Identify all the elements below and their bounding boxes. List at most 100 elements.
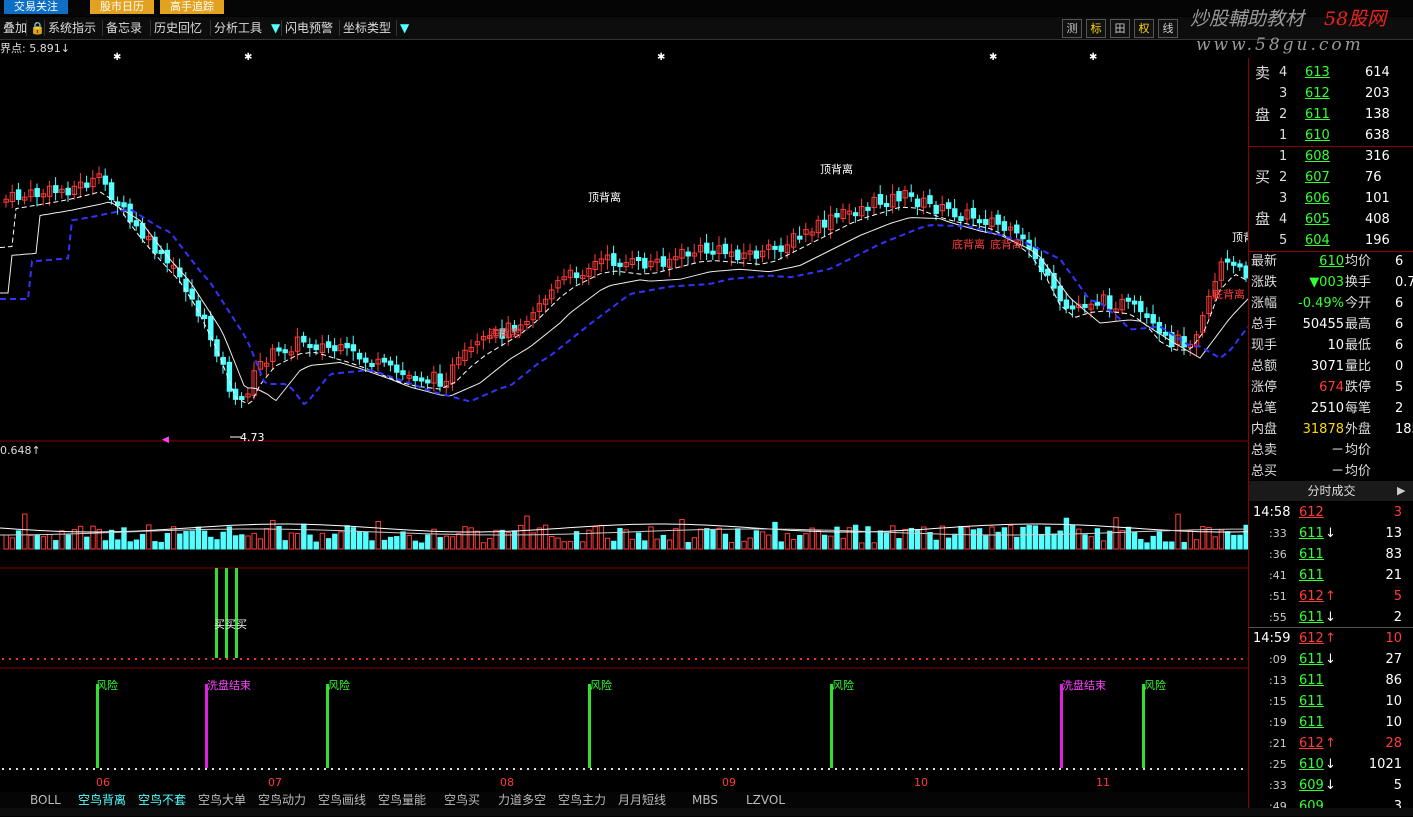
quote-row: 总买－均价 — [1251, 464, 1372, 479]
candle — [121, 202, 127, 208]
dot-baseline — [65, 768, 67, 770]
dot-baseline — [142, 768, 144, 770]
dot-baseline — [779, 658, 781, 660]
dot-baseline — [254, 768, 256, 770]
dot-baseline — [1094, 658, 1096, 660]
volume-bar — [325, 538, 332, 550]
volume-bar — [1020, 526, 1026, 550]
dot-baseline — [947, 768, 949, 770]
volume-bar — [784, 533, 791, 550]
dot-baseline — [884, 768, 886, 770]
dot-baseline — [520, 658, 522, 660]
volume-bar — [1088, 536, 1094, 550]
volume-bar — [530, 532, 536, 550]
system-indicator-button[interactable]: 系统指示 — [44, 20, 99, 36]
dot-baseline — [275, 768, 277, 770]
dot-baseline — [51, 768, 53, 770]
dot-baseline — [807, 768, 809, 770]
dot-baseline — [716, 768, 718, 770]
rights-button[interactable]: 权 — [1134, 19, 1154, 38]
tab-kongniao-huaxian[interactable]: 空鸟画线 — [318, 792, 366, 808]
dot-baseline — [429, 658, 431, 660]
dot-baseline — [1171, 768, 1173, 770]
candle — [369, 363, 375, 368]
indicator1-bars — [215, 568, 238, 658]
candle — [772, 245, 778, 250]
tab-lidao-duokong[interactable]: 力道多空 — [498, 792, 546, 808]
volume-bar — [1113, 517, 1119, 550]
candle — [313, 344, 319, 351]
tab-kongniao-dadan[interactable]: 空鸟大单 — [198, 792, 246, 808]
watermark-logo: 炒股輔助教材 58股网 www.58gu.com — [1190, 8, 1389, 55]
dot-baseline — [1059, 658, 1061, 660]
dot-baseline — [569, 658, 571, 660]
tab-expert-track[interactable]: 高手追踪 — [160, 0, 224, 14]
tab-boll[interactable]: BOLL — [30, 792, 61, 808]
sell-row[interactable]: 1 610 638 — [1249, 125, 1413, 146]
dot-baseline — [933, 768, 935, 770]
volume-bar — [611, 540, 617, 550]
volume-bar — [102, 540, 109, 550]
tab-kongniao-liangneng[interactable]: 空鸟量能 — [378, 792, 426, 808]
buy-row[interactable]: 4 605 408 — [1249, 209, 1413, 230]
volume-bar — [34, 534, 40, 550]
tab-mbs[interactable]: MBS — [692, 792, 718, 808]
buy-row[interactable]: 3 606 101 — [1249, 188, 1413, 209]
volume-bar — [437, 537, 443, 550]
volume-bar — [890, 525, 896, 550]
play-icon[interactable]: ▶ — [1397, 484, 1405, 497]
tab-lzvol[interactable]: LZVOL — [746, 792, 785, 808]
volume-bar — [468, 527, 474, 550]
candle — [896, 191, 902, 202]
dot-baseline — [191, 768, 193, 770]
dot-baseline — [1080, 658, 1082, 660]
memo-button[interactable]: 备忘录 — [102, 20, 145, 36]
candle — [704, 242, 710, 254]
volume-bar — [226, 526, 233, 550]
tab-kongniao-butao[interactable]: 空鸟不套 — [138, 792, 186, 808]
volume-bar — [394, 536, 400, 550]
measure-button[interactable]: 测 — [1062, 19, 1082, 38]
sell-row[interactable]: 3 612 203 — [1249, 83, 1413, 104]
dot-baseline — [289, 658, 291, 660]
dot-baseline — [541, 658, 543, 660]
volume-bar — [1156, 531, 1163, 550]
tab-yueyue-duanxian[interactable]: 月月短线 — [618, 792, 666, 808]
axis-type-button[interactable]: 坐标类型 — [339, 20, 394, 36]
sell-row[interactable]: 2 611 138 — [1249, 104, 1413, 125]
mark-button[interactable]: 标 — [1086, 19, 1106, 38]
axis-dropdown-icon[interactable]: ▼ — [396, 20, 412, 36]
buy-row[interactable]: 1 608 316 — [1249, 146, 1413, 167]
history-button[interactable]: 历史回忆 — [150, 20, 205, 36]
sell-row[interactable]: 4 613 614 — [1249, 62, 1413, 83]
chart-area[interactable]: ✱ ✱ ✱ ✱ ✱ ◀ — [0, 50, 1248, 792]
candle — [1001, 221, 1008, 231]
volume-bar — [623, 529, 629, 550]
dot-baseline — [44, 768, 46, 770]
tab-kongniao-mai[interactable]: 空鸟买 — [444, 792, 480, 808]
candle — [710, 250, 716, 255]
buy-row[interactable]: 5 604 196 — [1249, 230, 1413, 251]
tab-trade-watch[interactable]: 交易关注 — [4, 0, 68, 14]
tab-market-calendar[interactable]: 股市日历 — [90, 0, 154, 14]
buy-row[interactable]: 2 607 76 — [1249, 167, 1413, 188]
dot-baseline — [905, 768, 907, 770]
volume-bar — [710, 529, 716, 550]
analysis-tools-button[interactable]: 分析工具 — [210, 20, 265, 36]
tab-kongniao-beili[interactable]: 空鸟背离 — [78, 792, 126, 808]
grid-button[interactable]: 田 — [1110, 19, 1130, 38]
volume-bar — [840, 537, 846, 550]
ticks-title[interactable]: 分时成交 — [1249, 481, 1413, 501]
candle — [927, 195, 933, 205]
dot-baseline — [807, 658, 809, 660]
dot-baseline — [9, 768, 11, 770]
flash-alert-button[interactable]: 闪电预警 — [281, 20, 336, 36]
dot-baseline — [1129, 658, 1131, 660]
dot-baseline — [639, 658, 641, 660]
dot-baseline — [1038, 768, 1040, 770]
candle — [852, 212, 859, 217]
tab-kongniao-zhuli[interactable]: 空鸟主力 — [558, 792, 606, 808]
line-button[interactable]: 线 — [1158, 19, 1178, 38]
dot-baseline — [674, 768, 676, 770]
tab-kongniao-dongli[interactable]: 空鸟动力 — [258, 792, 306, 808]
